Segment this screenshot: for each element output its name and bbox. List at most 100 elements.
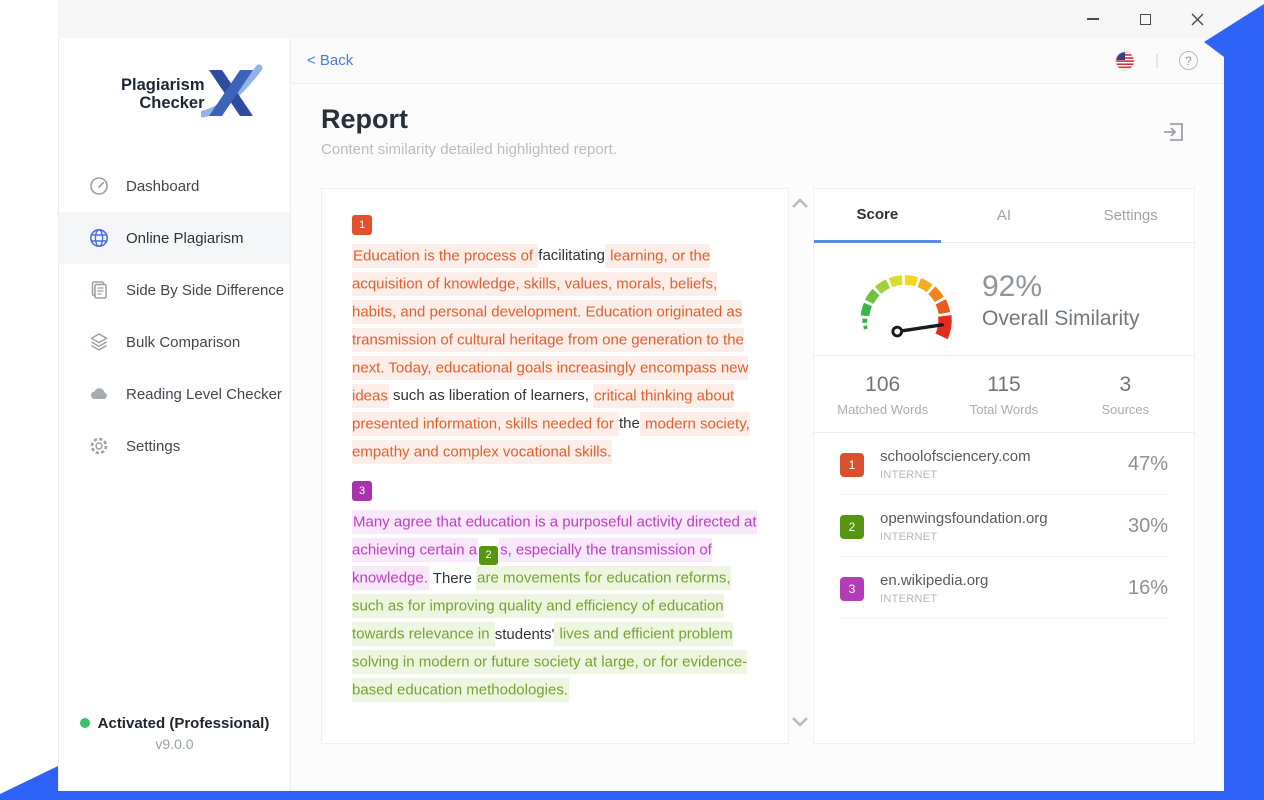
app-logo: Plagiarism Checker (87, 64, 263, 126)
source-percent: 30% (1128, 515, 1168, 538)
stat-matched-words: 106Matched Words (822, 373, 943, 417)
window-titlebar (58, 0, 1264, 38)
side-by-side-icon (89, 280, 109, 300)
paragraph-badge: 1 (352, 215, 372, 235)
stat-label: Total Words (943, 402, 1064, 417)
unmatched-text: the (619, 415, 640, 432)
help-icon[interactable]: ? (1179, 51, 1198, 70)
logo-text: Plagiarism Checker (97, 76, 205, 112)
source-row[interactable]: 3 en.wikipedia.org INTERNET 16% (840, 557, 1168, 619)
sidebar-nav: Dashboard Online Plagiarism Side By Side D… (59, 160, 290, 472)
gear-icon (89, 436, 109, 456)
tab-settings[interactable]: Settings (1067, 189, 1194, 242)
highlighted-text: learning, or the acquisition of knowledg… (352, 244, 748, 408)
tab-ai[interactable]: AI (941, 189, 1068, 242)
scroll-up-icon[interactable] (791, 198, 809, 209)
source-percent: 47% (1128, 453, 1168, 476)
score-label: Overall Similarity (982, 307, 1140, 331)
unmatched-text: such as liberation of learners, (389, 387, 593, 404)
unmatched-text: There (429, 570, 476, 587)
minimize-button[interactable] (1080, 6, 1106, 32)
unmatched-text: students' (495, 626, 555, 643)
back-link[interactable]: < Back (307, 52, 353, 69)
source-domain: openwingsfoundation.org (880, 510, 1112, 527)
sidebar-item-label: Bulk Comparison (126, 334, 240, 351)
language-flag-icon[interactable] (1115, 51, 1135, 71)
highlighted-text: Education is the process of (352, 244, 538, 268)
source-info: openwingsfoundation.org INTERNET (880, 510, 1112, 543)
sources-list: 1 schoolofsciencery.com INTERNET 47% 2 openwi… (814, 433, 1194, 619)
logo-line1: Plagiarism (97, 76, 205, 94)
similarity-gauge-row: 92% Overall Similarity (814, 243, 1194, 356)
export-report-icon[interactable] (1162, 120, 1186, 144)
paragraph: Education is the process of facilitating… (352, 242, 758, 466)
report-content: Report Content similarity detailed highl… (291, 84, 1264, 790)
stat-sources: 3 Sources (1065, 373, 1186, 417)
activation-text: Activated (Professional) (98, 715, 270, 732)
sidebar-item-bulk-comparison[interactable]: Bulk Comparison (59, 316, 290, 368)
document-panel: 1 Education is the process of facilitatin… (321, 188, 789, 744)
main-area: < Back | ? Report Content similarity det… (291, 38, 1264, 790)
source-domain: schoolofsciencery.com (880, 448, 1112, 465)
source-info: schoolofsciencery.com INTERNET (880, 448, 1112, 481)
panel-tabs: ScoreAISettings (814, 189, 1194, 243)
sidebar-item-reading-level-checker[interactable]: Reading Level Checker (59, 368, 290, 420)
maximize-icon (1140, 14, 1151, 25)
logo-x-icon (201, 64, 263, 122)
source-number-badge: 2 (840, 515, 864, 539)
tab-score[interactable]: Score (814, 189, 941, 243)
dashboard-icon (89, 176, 109, 196)
activation-line: Activated (Professional) (59, 715, 290, 732)
close-icon (1191, 13, 1204, 26)
sidebar-item-online-plagiarism[interactable]: Online Plagiarism (59, 212, 290, 264)
source-type: INTERNET (880, 593, 1112, 605)
overall-score: 92% Overall Similarity (982, 270, 1140, 331)
source-row[interactable]: 1 schoolofsciencery.com INTERNET 47% (840, 433, 1168, 495)
close-button[interactable] (1184, 6, 1210, 32)
stat-label: Sources (1065, 402, 1186, 417)
source-info: en.wikipedia.org INTERNET (880, 572, 1112, 605)
logo-line2: Checker (97, 94, 205, 112)
source-type: INTERNET (880, 531, 1112, 543)
score-value: 92% (982, 270, 1140, 304)
paragraph-badge: 3 (352, 481, 372, 501)
layers-icon (89, 332, 109, 352)
page-subtitle: Content similarity detailed highlighted … (291, 135, 1264, 158)
sidebar: Plagiarism Checker Dashboard Online Plagi… (59, 38, 291, 790)
sidebar-item-settings[interactable]: Settings (59, 420, 290, 472)
source-type: INTERNET (880, 469, 1112, 481)
source-number-badge: 3 (840, 577, 864, 601)
sidebar-item-label: Reading Level Checker (126, 386, 282, 403)
source-domain: en.wikipedia.org (880, 572, 1112, 589)
unmatched-text: facilitating (538, 247, 605, 264)
cloud-icon (89, 384, 109, 404)
stat-label: Matched Words (822, 402, 943, 417)
sidebar-item-label: Online Plagiarism (126, 230, 244, 247)
scroll-down-icon[interactable] (791, 716, 809, 727)
topbar-divider: | (1155, 52, 1159, 69)
stat-value: 115 (943, 373, 1064, 397)
paragraph: Many agree that education is a purposefu… (352, 508, 758, 705)
inline-source-badge: 2 (479, 546, 498, 565)
activation-dot-icon (80, 718, 90, 728)
maximize-button[interactable] (1132, 6, 1158, 32)
sidebar-item-dashboard[interactable]: Dashboard (59, 160, 290, 212)
globe-icon (89, 228, 109, 248)
source-number-badge: 1 (840, 453, 864, 477)
activation-status: Activated (Professional) v9.0.0 (59, 715, 290, 752)
sidebar-item-label: Dashboard (126, 178, 199, 195)
source-percent: 16% (1128, 577, 1168, 600)
document-text: 1 Education is the process of facilitatin… (352, 215, 758, 705)
stat-total-words: 115 Total Words (943, 373, 1064, 417)
app-version: v9.0.0 (59, 736, 290, 752)
app-window: Plagiarism Checker Dashboard Online Plagi… (58, 38, 1264, 790)
sidebar-item-label: Settings (126, 438, 180, 455)
minimize-icon (1087, 18, 1099, 20)
navigation-bar: < Back | ? (291, 38, 1264, 84)
stats-row: 106Matched Words115 Total Words3 Sources (814, 356, 1194, 433)
sidebar-item-side-by-side-difference[interactable]: Side By Side Difference (59, 264, 290, 316)
stat-value: 3 (1065, 373, 1186, 397)
source-row[interactable]: 2 openwingsfoundation.org INTERNET 30% (840, 495, 1168, 557)
similarity-gauge-icon (840, 257, 966, 343)
sidebar-item-label: Side By Side Difference (126, 282, 284, 299)
